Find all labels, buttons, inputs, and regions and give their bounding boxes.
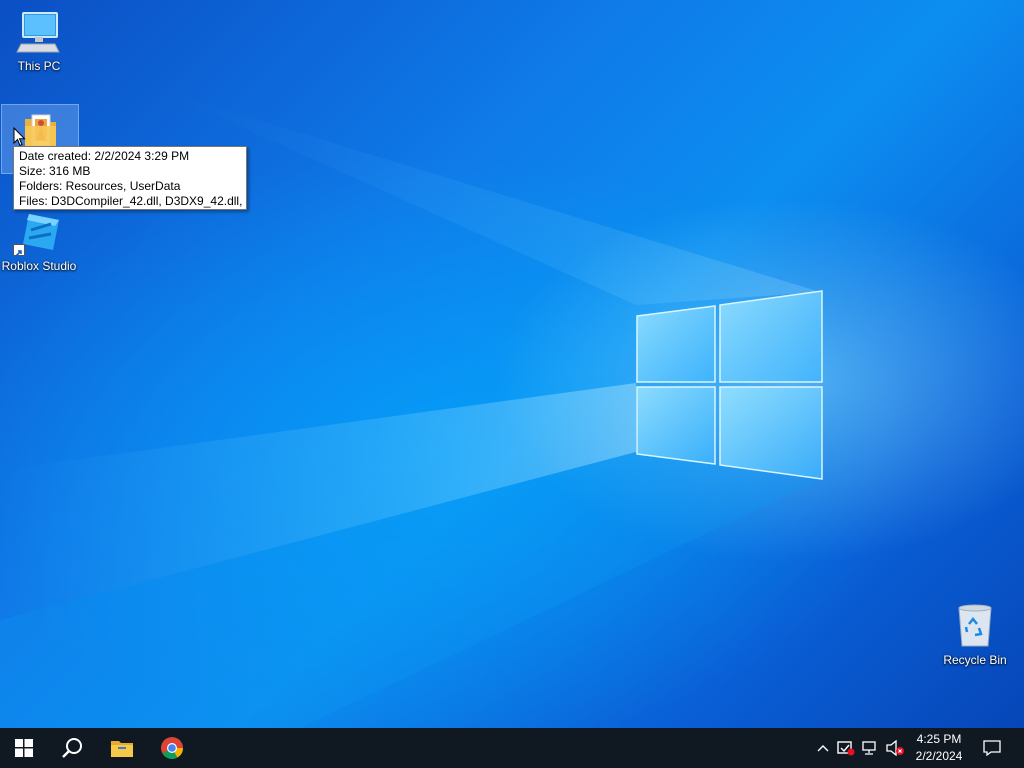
chrome-button[interactable] [148,728,196,768]
clock-time: 4:25 PM [916,732,962,746]
search-icon [62,738,82,758]
taskbar-clock[interactable]: 4:25 PM 2/2/2024 [908,731,970,765]
notification-icon [983,740,1001,756]
desktop-icon-label: This PC [17,59,61,73]
chevron-up-icon [817,745,829,752]
desktop-icon-label: Roblox Studio [1,259,77,273]
recycle-bin-icon [951,602,999,650]
network-icon [862,741,876,755]
chrome-icon [161,737,183,759]
volume-muted-icon [886,740,904,756]
tooltip-size: Size: 316 MB [19,164,91,178]
tooltip-date-created: Date created: 2/2/2024 3:29 PM [19,149,190,163]
volume-tray-button[interactable] [884,728,906,768]
network-tray-button[interactable] [860,728,880,768]
desktop-icon-recycle-bin[interactable]: Recycle Bin [937,602,1013,667]
wallpaper-light-beams [0,90,822,728]
desktop-icon-this-pc[interactable]: This PC [1,8,77,73]
tooltip-files: Files: D3DCompiler_42.dll, D3DX9_42.dll,… [19,194,247,208]
tooltip-folders: Folders: Resources, UserData [19,179,181,193]
clock-date: 2/2/2024 [915,749,963,763]
this-pc-icon [15,8,63,56]
desktop-icon-label: Recycle Bin [943,653,1007,667]
file-info-tooltip: Date created: 2/2/2024 3:29 PM Size: 316… [13,146,247,210]
taskbar: 4:25 PM 2/2/2024 [0,728,1024,768]
file-explorer-icon [111,741,133,757]
windows-logo [636,290,823,480]
search-button[interactable] [48,728,96,768]
file-explorer-button[interactable] [98,728,146,768]
show-hidden-icons-button[interactable] [814,728,832,768]
action-center-button[interactable] [978,728,1006,768]
desktop-icon-roblox-studio[interactable]: Roblox Studio [1,208,77,273]
shortcut-arrow-icon [13,244,25,257]
windows-start-icon [15,739,33,757]
desktop[interactable]: This PC Roblox Studio Recycle Bin Date c… [0,0,1024,728]
security-icon [837,741,855,756]
security-tray-button[interactable] [836,728,856,768]
start-button[interactable] [0,728,48,768]
roblox-studio-icon [13,208,63,257]
mouse-cursor-icon [13,127,26,147]
